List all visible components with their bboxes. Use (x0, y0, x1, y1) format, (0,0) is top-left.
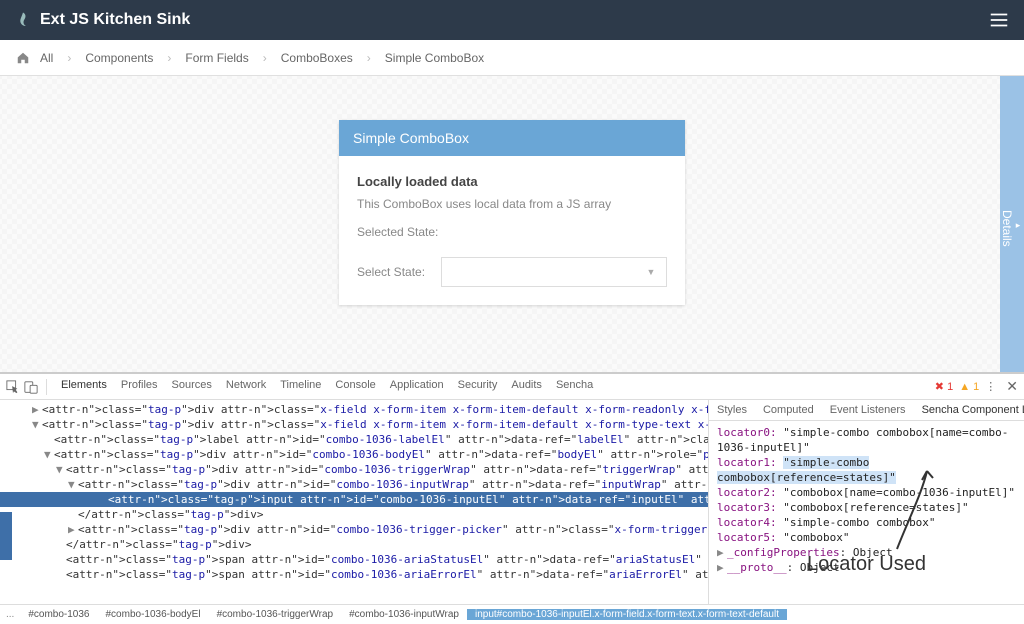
panel-body: Locally loaded data This ComboBox uses l… (339, 156, 685, 305)
devtools-tab-sencha[interactable]: Sencha (556, 379, 593, 395)
arrow-annotation-icon (787, 463, 947, 553)
panel-description: This ComboBox uses local data from a JS … (357, 197, 667, 211)
breadcrumb-item[interactable]: All (40, 51, 53, 65)
devtools-tab-audits[interactable]: Audits (511, 379, 542, 395)
inspect-icon[interactable] (6, 380, 20, 394)
panel-heading: Locally loaded data (357, 174, 667, 189)
chevron-right-icon: › (167, 51, 171, 65)
devtools-tab-console[interactable]: Console (335, 379, 375, 395)
devtools-crumb[interactable]: #combo-1036 (20, 609, 97, 620)
close-icon[interactable]: ✕ (1006, 378, 1018, 395)
dom-tree-line[interactable]: ▶<attr-n">class="tag-p">div attr-n">clas… (0, 402, 708, 417)
sidebar-tab[interactable]: Computed (755, 400, 822, 420)
error-count[interactable]: ✖ 1 (935, 380, 953, 393)
panel-title: Simple ComboBox (339, 120, 685, 156)
header-left: Ext JS Kitchen Sink (14, 11, 190, 29)
chevron-right-icon: › (67, 51, 71, 65)
devtools-tabs: Elements Profiles Sources Network Timeline Co… (61, 379, 593, 395)
dom-tree-line[interactable]: </attr-n">class="tag-p">div> (0, 537, 708, 552)
main-content: Details Simple ComboBox Locally loaded d… (0, 76, 1024, 372)
sidebar-tab[interactable]: Event Listeners (822, 400, 914, 420)
sidebar-tab[interactable]: Sencha Component Locator (914, 400, 1024, 420)
sencha-logo-icon (14, 11, 32, 29)
crumb-more[interactable]: ... (0, 609, 20, 620)
dom-tree-line[interactable]: <attr-n">class="tag-p">span attr-n">id="… (0, 552, 708, 567)
chevron-right-icon: › (263, 51, 267, 65)
selected-state-label: Selected State: (357, 225, 667, 239)
sidebar-tabs: StylesComputedEvent ListenersSencha Comp… (709, 400, 1024, 421)
dom-tree-line[interactable]: <attr-n">class="tag-p">input attr-n">id=… (0, 492, 708, 507)
devtools-tab-security[interactable]: Security (458, 379, 498, 395)
elements-tree[interactable]: ▶<attr-n">class="tag-p">div attr-n">clas… (0, 400, 708, 604)
state-combobox-input[interactable] (442, 258, 636, 286)
devtools-body: ▶<attr-n">class="tag-p">div attr-n">clas… (0, 400, 1024, 604)
dom-tree-line[interactable]: </attr-n">class="tag-p">div> (0, 507, 708, 522)
sidebar-tab[interactable]: Styles (709, 400, 755, 420)
combo-field-label: Select State: (357, 265, 433, 279)
dom-tree-line[interactable]: ▼<attr-n">class="tag-p">div attr-n">id="… (0, 462, 708, 477)
combobox-panel: Simple ComboBox Locally loaded data This… (339, 120, 685, 305)
dom-tree-line[interactable]: ▼<attr-n">class="tag-p">div attr-n">id="… (0, 477, 708, 492)
devtools-crumb[interactable]: #combo-1036-inputWrap (341, 609, 467, 620)
devtools-tab-profiles[interactable]: Profiles (121, 379, 158, 395)
devtools-tab-timeline[interactable]: Timeline (280, 379, 321, 395)
devtools-toolbar: Elements Profiles Sources Network Timeline Co… (0, 374, 1024, 400)
chevron-right-icon: › (367, 51, 371, 65)
hamburger-icon[interactable] (988, 9, 1010, 31)
devtools-panel: Elements Profiles Sources Network Timeline Co… (0, 372, 1024, 624)
more-icon[interactable]: ⋮ (985, 380, 996, 393)
devtools-sidebar: StylesComputedEvent ListenersSencha Comp… (708, 400, 1024, 604)
devtools-status: ✖ 1 ▲ 1 ⋮ ✕ (935, 378, 1018, 395)
state-combobox[interactable]: ▼ (441, 257, 667, 287)
devtools-tab-network[interactable]: Network (226, 379, 266, 395)
chevron-down-icon[interactable]: ▼ (636, 267, 666, 277)
annotation-text: Locator Used (719, 553, 1014, 576)
app-header: Ext JS Kitchen Sink (0, 0, 1024, 40)
dom-tree-line[interactable]: ▼<attr-n">class="tag-p">div attr-n">id="… (0, 447, 708, 462)
devtools-crumb[interactable]: input#combo-1036-inputEl.x-form-field.x-… (467, 609, 787, 620)
breadcrumb-item[interactable]: Components (85, 51, 153, 65)
locator-annotation: Locator Used (719, 463, 1014, 576)
breadcrumb: All › Components › Form Fields › ComboBo… (0, 40, 1024, 76)
devtools-tab-sources[interactable]: Sources (172, 379, 212, 395)
dom-tree-line[interactable]: <attr-n">class="tag-p">label attr-n">id=… (0, 432, 708, 447)
app-title: Ext JS Kitchen Sink (40, 11, 190, 29)
dom-tree-line[interactable]: ▶<attr-n">class="tag-p">div attr-n">id="… (0, 522, 708, 537)
devtools-crumb[interactable]: #combo-1036-triggerWrap (209, 609, 342, 620)
devtools-tab-application[interactable]: Application (390, 379, 444, 395)
locator-line[interactable]: locator0: "simple-combo combobox[name=co… (717, 425, 1016, 455)
devtools-tab-elements[interactable]: Elements (61, 379, 107, 395)
warning-count[interactable]: ▲ 1 (959, 381, 979, 393)
device-toggle-icon[interactable] (24, 380, 38, 394)
dom-tree-line[interactable]: ▼<attr-n">class="tag-p">div attr-n">clas… (0, 417, 708, 432)
dom-tree-line[interactable]: <attr-n">class="tag-p">span attr-n">id="… (0, 567, 708, 582)
breadcrumb-item[interactable]: ComboBoxes (281, 51, 353, 65)
home-icon[interactable] (16, 51, 30, 65)
devtools-breadcrumb[interactable]: ...#combo-1036#combo-1036-bodyEl#combo-1… (0, 604, 1024, 624)
combo-field-row: Select State: ▼ (357, 257, 667, 287)
devtools-crumb[interactable]: #combo-1036-bodyEl (98, 609, 209, 620)
details-collapsed-tab[interactable]: Details (1000, 76, 1024, 372)
breadcrumb-item[interactable]: Form Fields (185, 51, 248, 65)
breadcrumb-item[interactable]: Simple ComboBox (385, 51, 484, 65)
